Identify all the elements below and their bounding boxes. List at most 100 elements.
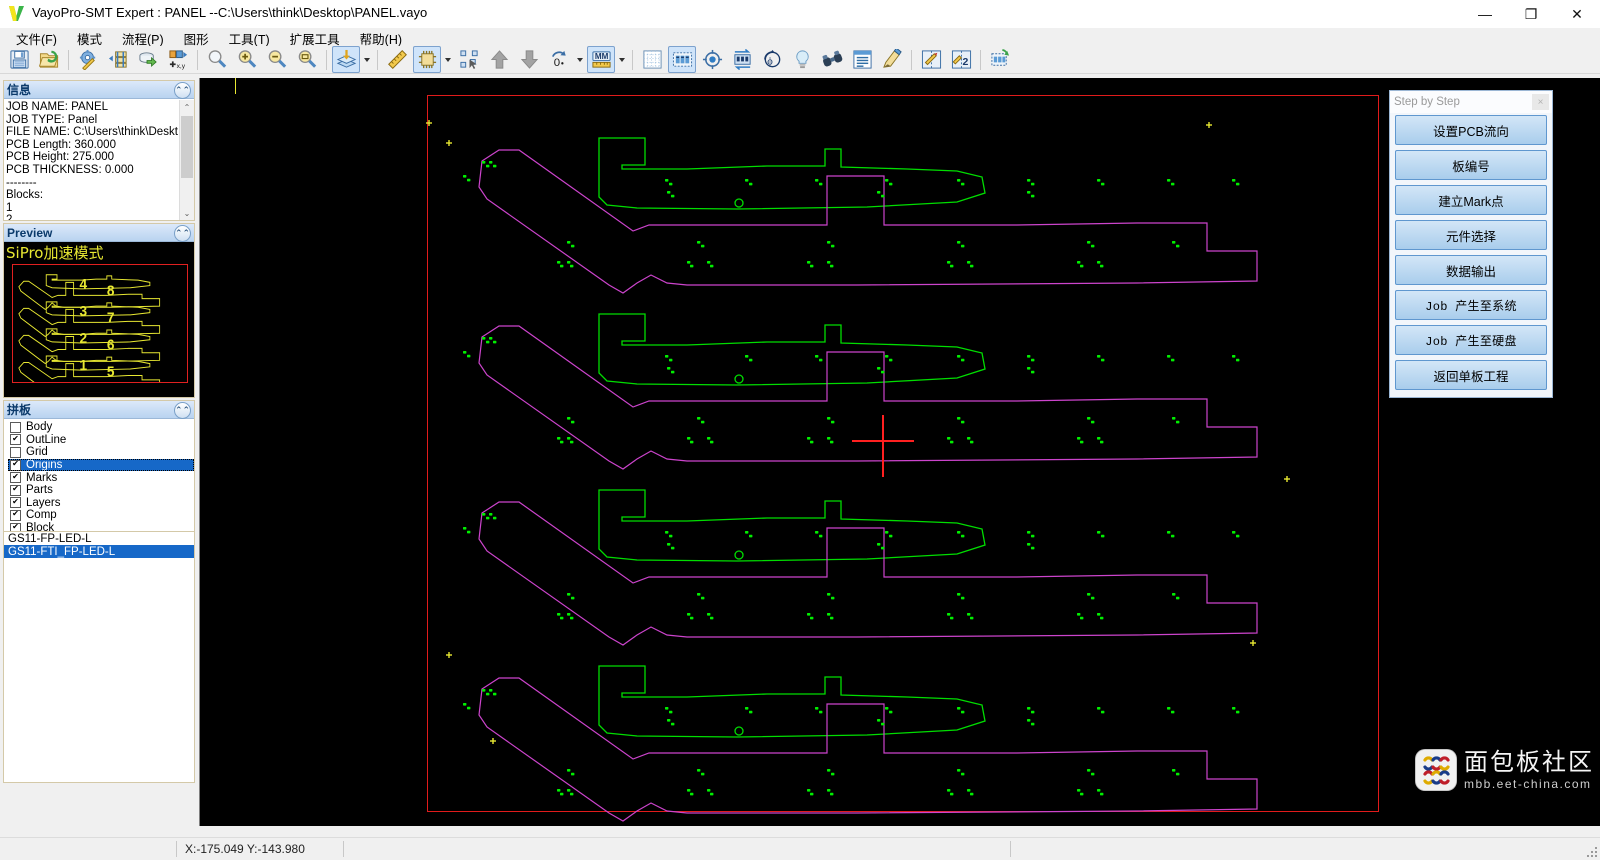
checkbox-comp[interactable]	[10, 510, 21, 521]
svg-text:1: 1	[79, 357, 87, 374]
board-name-list[interactable]: GS11-FP-LED-LGS11-FTI_FP-LED-L	[4, 531, 194, 782]
application-window: VayoPro-SMT Expert : PANEL --C:\Users\th…	[0, 0, 1600, 860]
step-by-step-panel: Step by Step × 设置PCB流向板编号建立Mark点元件选择数据输出…	[1389, 90, 1553, 398]
move-up-icon[interactable]	[485, 46, 513, 73]
layer-visibility-list[interactable]: BodyOutLineGridOriginsMarksPartsLayersCo…	[4, 419, 194, 531]
zoom-out-icon[interactable]	[263, 46, 291, 73]
layer-row-outline[interactable]: OutLine	[8, 434, 194, 447]
step-job-to-disk[interactable]: Job 产生至硬盘	[1395, 325, 1547, 355]
toolbar: x,y 0 MM ϕ 2	[0, 46, 1600, 74]
layer-row-comp[interactable]: Comp	[8, 509, 194, 522]
scrollbar-thumb[interactable]	[181, 116, 193, 178]
find-binoculars-icon[interactable]	[818, 46, 846, 73]
grid-toggle-icon[interactable]	[638, 46, 666, 73]
move-down-icon[interactable]	[515, 46, 543, 73]
select-area-icon[interactable]	[455, 46, 483, 73]
resize-grip-icon[interactable]	[1586, 846, 1598, 858]
layer-row-body[interactable]: Body	[8, 421, 194, 434]
info-line: JOB NAME: PANEL	[6, 101, 178, 114]
step-panel-close-icon[interactable]: ×	[1532, 94, 1549, 110]
layer-row-marks[interactable]: Marks	[8, 471, 194, 484]
settings-gear-icon[interactable]	[74, 46, 102, 73]
scroll-up-arrow[interactable]: ⌃	[180, 100, 194, 114]
edit-mark2-icon[interactable]: 2	[947, 46, 975, 73]
info-scrollbar[interactable]: ⌃ ⌄	[179, 100, 194, 220]
step-component-select[interactable]: 元件选择	[1395, 220, 1547, 250]
info-group: 信息 ⌃⌃ JOB NAME: PANELJOB TYPE: PanelFILE…	[3, 80, 195, 221]
offset-xy-icon[interactable]: x,y	[164, 46, 192, 73]
minimize-button[interactable]: —	[1462, 0, 1508, 28]
component-chip-icon[interactable]	[413, 46, 441, 73]
save-icon[interactable]	[5, 46, 33, 73]
hint-bulb-icon[interactable]	[788, 46, 816, 73]
checkbox-marks[interactable]	[10, 472, 21, 483]
checkbox-outline[interactable]	[10, 434, 21, 445]
left-panel: 信息 ⌃⌃ JOB NAME: PANELJOB TYPE: PanelFILE…	[0, 78, 198, 826]
component-dropdown-arrow[interactable]	[442, 47, 454, 72]
step-board-number[interactable]: 板编号	[1395, 150, 1547, 180]
layer-row-block[interactable]: Block	[8, 522, 194, 531]
checkbox-block[interactable]	[10, 523, 21, 531]
board-view-icon[interactable]	[668, 46, 696, 73]
layer-label: Block	[26, 522, 54, 531]
close-button[interactable]: ✕	[1554, 0, 1600, 28]
layer-row-parts[interactable]: Parts	[8, 484, 194, 497]
board-list-item[interactable]: GS11-FP-LED-L	[4, 532, 194, 545]
step-create-mark[interactable]: 建立Mark点	[1395, 185, 1547, 215]
info-line: Blocks:	[6, 189, 178, 202]
rotate-zero-icon[interactable]: 0	[545, 46, 573, 73]
preview-canvas[interactable]: SiPro加速模式 48372615	[4, 242, 194, 397]
info-line: JOB TYPE: Panel	[6, 114, 178, 127]
clean-brush-icon[interactable]	[878, 46, 906, 73]
multi-board-icon[interactable]	[986, 46, 1014, 73]
info-line: PCB Length: 360.000	[6, 139, 178, 152]
info-collapse-button[interactable]: ⌃⌃	[174, 82, 191, 99]
unit-mm-icon[interactable]: MM	[587, 46, 615, 73]
sipro-mode-label: SiPro加速模式	[6, 242, 104, 263]
checkbox-layers[interactable]	[10, 497, 21, 508]
step-job-to-system[interactable]: Job 产生至系统	[1395, 290, 1547, 320]
edit-mark1-icon[interactable]	[917, 46, 945, 73]
align-panel-icon[interactable]	[104, 46, 132, 73]
panel-collapse-button[interactable]: ⌃⌃	[174, 402, 191, 419]
svg-text:6: 6	[107, 337, 115, 354]
checkbox-grid[interactable]	[10, 447, 21, 458]
report-list-icon[interactable]	[848, 46, 876, 73]
svg-text:4: 4	[79, 276, 87, 293]
step-data-output[interactable]: 数据输出	[1395, 255, 1547, 285]
step-back-single-board[interactable]: 返回单板工程	[1395, 360, 1547, 390]
measure-ruler-icon[interactable]	[383, 46, 411, 73]
board-list-item[interactable]: GS11-FTI_FP-LED-L	[4, 545, 194, 558]
info-line: --------	[6, 177, 178, 190]
origin-target-icon[interactable]	[698, 46, 726, 73]
layer-select-icon[interactable]	[332, 46, 360, 73]
window-title: VayoPro-SMT Expert : PANEL --C:\Users\th…	[32, 5, 427, 20]
checkbox-parts[interactable]	[10, 485, 21, 496]
layer-row-grid[interactable]: Grid	[8, 446, 194, 459]
info-line: 1	[6, 202, 178, 215]
zoom-in-icon[interactable]	[233, 46, 261, 73]
title-bar: VayoPro-SMT Expert : PANEL --C:\Users\th…	[0, 0, 1600, 29]
checkbox-origins[interactable]	[10, 460, 21, 471]
zoom-fit-icon[interactable]	[293, 46, 321, 73]
export-arrow-icon[interactable]	[134, 46, 162, 73]
unit-dropdown-arrow[interactable]	[616, 47, 628, 72]
step-set-pcb-direction[interactable]: 设置PCB流向	[1395, 115, 1547, 145]
info-text-area[interactable]: JOB NAME: PANELJOB TYPE: PanelFILE NAME:…	[4, 99, 194, 220]
step-button-list: 设置PCB流向板编号建立Mark点元件选择数据输出 Job 产生至系统 Job 产生…	[1390, 113, 1552, 390]
svg-text:x,y: x,y	[176, 63, 185, 70]
scroll-down-arrow[interactable]: ⌄	[180, 206, 194, 220]
menu-bar: 文件(F)模式流程(P)图形工具(T)扩展工具帮助(H)	[0, 28, 1600, 48]
preview-collapse-button[interactable]: ⌃⌃	[174, 225, 191, 242]
layer-dropdown-arrow[interactable]	[361, 47, 373, 72]
panel-group-title: 拼板	[7, 401, 31, 418]
rotate-board-icon[interactable]: ϕ	[758, 46, 786, 73]
layer-row-layers[interactable]: Layers	[8, 497, 194, 510]
board-flip-icon[interactable]	[728, 46, 756, 73]
maximize-button[interactable]: ❐	[1508, 0, 1554, 28]
checkbox-body[interactable]	[10, 422, 21, 433]
open-folder-icon[interactable]	[35, 46, 63, 73]
rotate-dropdown-arrow[interactable]	[574, 47, 586, 72]
layer-row-origins[interactable]: Origins	[8, 459, 194, 472]
zoom-icon[interactable]	[203, 46, 231, 73]
